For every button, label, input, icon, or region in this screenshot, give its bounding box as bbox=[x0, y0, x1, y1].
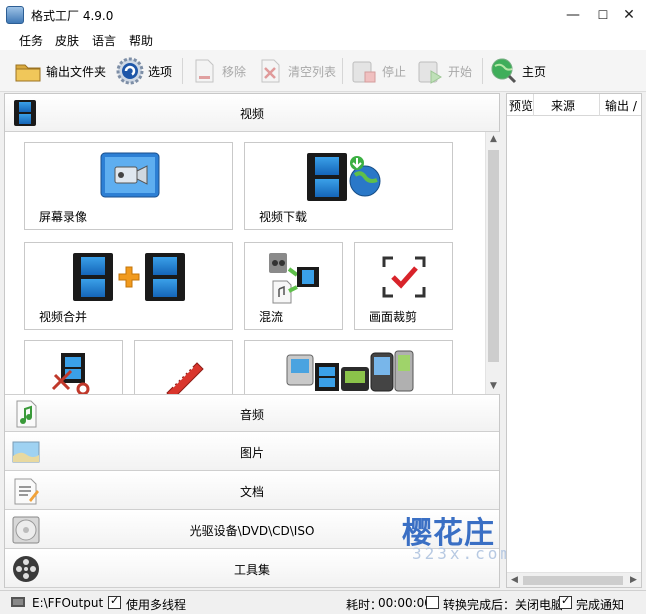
menu-task[interactable]: 任务 bbox=[19, 32, 43, 49]
menu-bar: 任务 皮肤 语言 帮助 bbox=[0, 30, 646, 50]
col-output[interactable]: 输出 / bbox=[605, 97, 637, 114]
remove-button[interactable]: 移除 bbox=[190, 54, 246, 88]
video-edit-icon bbox=[49, 349, 99, 394]
title-bar: 格式工厂 4.9.0 — ☐ ✕ bbox=[0, 0, 646, 30]
folder-icon bbox=[14, 57, 42, 85]
output-folder-status-icon bbox=[10, 595, 26, 609]
output-folder-button[interactable]: 输出文件夹 bbox=[14, 54, 106, 88]
tile-mux[interactable]: 混流 bbox=[244, 242, 343, 330]
column-divider[interactable] bbox=[599, 94, 600, 116]
screen-record-icon bbox=[99, 151, 161, 201]
category-image-label: 图片 bbox=[239, 446, 264, 460]
app-logo-icon bbox=[6, 6, 24, 24]
mux-icon bbox=[267, 251, 323, 305]
scroll-thumb[interactable] bbox=[488, 150, 499, 362]
category-document[interactable]: 文档 bbox=[5, 472, 499, 510]
crop-icon bbox=[381, 255, 427, 299]
multithread-checkbox[interactable] bbox=[108, 594, 121, 609]
clear-list-button[interactable]: 清空列表 bbox=[256, 54, 336, 88]
options-gear-icon bbox=[116, 57, 144, 85]
tile-video-download[interactable]: 视频下载 bbox=[244, 142, 453, 230]
notify-checkbox[interactable] bbox=[559, 594, 572, 609]
stop-label: 停止 bbox=[382, 64, 407, 79]
window-title: 格式工厂 4.9.0 bbox=[31, 9, 114, 23]
start-button[interactable]: 开始 bbox=[416, 54, 472, 88]
options-button[interactable]: 选项 bbox=[116, 54, 172, 88]
stop-icon bbox=[350, 57, 378, 85]
category-image[interactable]: 图片 bbox=[5, 433, 499, 471]
output-folder-label: 输出文件夹 bbox=[46, 64, 107, 79]
watermark-url: 323x.com bbox=[412, 544, 514, 563]
multithread-label: 使用多线程 bbox=[126, 598, 187, 612]
category-video-label: 视频 bbox=[239, 107, 264, 121]
menu-help[interactable]: 帮助 bbox=[129, 32, 153, 49]
category-audio[interactable]: 音频 bbox=[5, 394, 499, 432]
tile-screen-record-label: 屏幕录像 bbox=[39, 210, 88, 224]
stop-button[interactable]: 停止 bbox=[350, 54, 406, 88]
hscroll-thumb[interactable] bbox=[523, 576, 623, 585]
scroll-down-arrow-icon[interactable]: ▼ bbox=[486, 379, 501, 394]
after-convert-label: 转换完成后：关闭电脑 bbox=[443, 598, 564, 612]
column-divider[interactable] bbox=[533, 94, 534, 116]
tile-video-download-label: 视频下载 bbox=[259, 210, 308, 224]
minimize-button[interactable]: — bbox=[560, 2, 586, 28]
menu-skin[interactable]: 皮肤 bbox=[55, 32, 79, 49]
clear-list-icon bbox=[256, 57, 284, 85]
home-label: 主页 bbox=[522, 64, 547, 79]
scroll-up-arrow-icon[interactable]: ▲ bbox=[486, 132, 501, 147]
tile-video-join[interactable]: 视频合并 bbox=[24, 242, 233, 330]
tile-tool[interactable] bbox=[134, 340, 233, 394]
category-tools-label: 工具集 bbox=[233, 563, 270, 577]
close-button[interactable]: ✕ bbox=[616, 2, 642, 28]
options-label: 选项 bbox=[148, 64, 173, 79]
tools-scrollbar[interactable]: ▲ ▼ bbox=[485, 132, 500, 394]
task-list-hscrollbar[interactable]: ◀ ▶ bbox=[507, 572, 641, 587]
toolbar: 输出文件夹 选项 移除 清空列表 停止 开始 主页 bbox=[0, 50, 646, 92]
scroll-right-arrow-icon[interactable]: ▶ bbox=[626, 573, 641, 588]
category-document-label: 文档 bbox=[239, 485, 264, 499]
start-icon bbox=[416, 57, 444, 85]
menu-language[interactable]: 语言 bbox=[92, 32, 116, 49]
tile-video-edit[interactable] bbox=[24, 340, 123, 394]
col-preview[interactable]: 预览 bbox=[509, 97, 533, 114]
mobile-devices-icon bbox=[285, 349, 415, 394]
video-tools-grid: 屏幕录像 视频下载 视频合并 混流 画面裁剪 bbox=[5, 132, 485, 394]
video-download-icon bbox=[305, 151, 385, 203]
col-source[interactable]: 来源 bbox=[551, 97, 575, 114]
tool-icon bbox=[159, 353, 209, 394]
tile-video-join-label: 视频合并 bbox=[39, 310, 88, 324]
tile-mux-label: 混流 bbox=[259, 310, 284, 324]
home-globe-icon bbox=[490, 57, 518, 85]
task-list-header: 预览 来源 输出 / bbox=[507, 94, 641, 116]
tile-screen-record[interactable]: 屏幕录像 bbox=[24, 142, 233, 230]
task-list-panel: 预览 来源 输出 / ◀ ▶ bbox=[506, 93, 642, 588]
maximize-button[interactable]: ☐ bbox=[590, 2, 616, 28]
notify-label: 完成通知 bbox=[576, 598, 625, 612]
output-path[interactable]: E:\FFOutput bbox=[32, 596, 103, 610]
video-join-icon bbox=[73, 251, 187, 301]
toolbar-separator bbox=[482, 58, 483, 84]
toolbar-separator bbox=[342, 58, 343, 84]
category-audio-label: 音频 bbox=[239, 408, 264, 422]
scroll-left-arrow-icon[interactable]: ◀ bbox=[507, 573, 522, 588]
remove-icon bbox=[190, 57, 218, 85]
category-video[interactable]: 视频 bbox=[5, 94, 499, 132]
toolbar-separator bbox=[182, 58, 183, 84]
home-button[interactable]: 主页 bbox=[490, 54, 546, 88]
elapsed-label: 耗时： bbox=[346, 598, 383, 612]
tile-mobile-devices[interactable] bbox=[244, 340, 453, 394]
tile-crop-label: 画面裁剪 bbox=[369, 310, 418, 324]
tile-crop[interactable]: 画面裁剪 bbox=[354, 242, 453, 330]
clear-list-label: 清空列表 bbox=[288, 64, 337, 79]
elapsed-time: 00:00:00 bbox=[378, 596, 432, 610]
start-label: 开始 bbox=[448, 64, 473, 79]
remove-label: 移除 bbox=[222, 64, 247, 79]
status-bar: E:\FFOutput 使用多线程 耗时： 00:00:00 转换完成后：关闭电… bbox=[0, 590, 646, 614]
shutdown-checkbox[interactable] bbox=[426, 596, 439, 609]
